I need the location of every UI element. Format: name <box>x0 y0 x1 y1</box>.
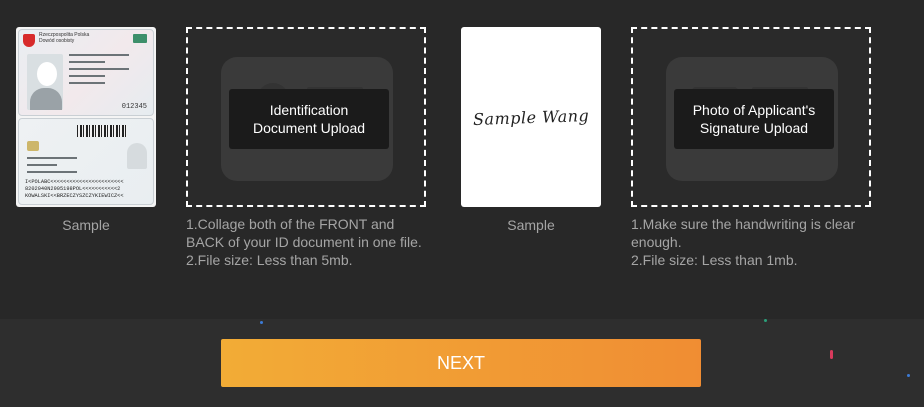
signature-upload-label: Photo of Applicant's Signature Upload <box>674 89 834 149</box>
upload-section: Rzeczpospolita Polska Dowód osobisty 012… <box>0 0 924 319</box>
id-upload-notes: 1.Collage both of the FRONT and BACK of … <box>186 215 446 269</box>
id-back-text-lines <box>27 157 77 178</box>
id-note-line: 1.Collage both of the FRONT and <box>186 216 395 232</box>
signature-note-line: enough. <box>631 234 682 250</box>
confetti-dot <box>260 321 263 324</box>
signature-upload[interactable]: Photo of Applicant's Signature Upload <box>631 27 871 207</box>
id-text-line <box>69 75 105 77</box>
signature-upload-notes: 1.Make sure the handwriting is clear eno… <box>631 215 891 269</box>
next-button[interactable]: NEXT <box>221 339 701 387</box>
id-text-line <box>27 171 77 173</box>
eu-flag-icon <box>133 34 147 43</box>
id-number: 012345 <box>121 103 147 111</box>
id-mrz: I<POLABC<<<<<<<<<<<<<<<<<<<<<<< 8202040N… <box>25 179 149 200</box>
id-mini-photo <box>127 143 147 169</box>
id-photo <box>27 54 63 110</box>
id-photo-head <box>37 62 57 86</box>
signature-note-line: 1.Make sure the handwriting is clear <box>631 216 856 232</box>
signature-sample-image: Sample Wang <box>461 27 601 207</box>
id-card-back: I<POLABC<<<<<<<<<<<<<<<<<<<<<<< 8202040N… <box>18 118 154 205</box>
id-sample-caption: Sample <box>62 217 110 233</box>
id-upload-label-line1: Identification <box>269 102 349 118</box>
id-photo-body <box>30 88 62 110</box>
id-card-front: Rzeczpospolita Polska Dowód osobisty 012… <box>18 29 154 116</box>
mrz-line: KOWALSKI<<BRZECZYSZCZYKIEWICZ<< <box>25 193 124 199</box>
id-text-line <box>27 164 57 166</box>
id-text-line <box>27 157 77 159</box>
id-note-line: BACK of your ID document in one file. <box>186 234 422 250</box>
id-card-header: Rzeczpospolita Polska Dowód osobisty <box>39 32 89 44</box>
mrz-line: I<POLABC<<<<<<<<<<<<<<<<<<<<<<< <box>25 179 124 185</box>
signature-note-line: 2.File size: Less than 1mb. <box>631 252 798 268</box>
eagle-emblem-icon <box>23 34 35 47</box>
signature-sample-text: Sample Wang <box>472 105 590 129</box>
id-text-line <box>69 61 105 63</box>
id-document-upload[interactable]: Identification Document Upload <box>186 27 426 207</box>
id-text-line <box>69 82 105 84</box>
confetti-dot <box>830 350 833 359</box>
signature-sample-caption: Sample <box>507 217 555 233</box>
id-text-line <box>69 54 129 56</box>
id-header-doc: Dowód osobisty <box>39 38 75 44</box>
id-upload-label-line2: Document Upload <box>252 120 366 136</box>
signature-upload-label-line1: Photo of Applicant's <box>692 102 816 118</box>
id-note-line: 2.File size: Less than 5mb. <box>186 252 353 268</box>
confetti-dot <box>764 319 767 322</box>
signature-upload-label-line2: Signature Upload <box>699 120 809 136</box>
id-text-line <box>69 68 129 70</box>
confetti-dot <box>907 374 910 377</box>
chip-icon <box>27 141 39 151</box>
id-text-lines <box>69 54 129 89</box>
id-upload-label: Identification Document Upload <box>229 89 389 149</box>
id-sample-image: Rzeczpospolita Polska Dowód osobisty 012… <box>16 27 156 207</box>
mrz-line: 8202040N2905198POL<<<<<<<<<<<2 <box>25 186 121 192</box>
barcode-icon <box>77 125 127 137</box>
